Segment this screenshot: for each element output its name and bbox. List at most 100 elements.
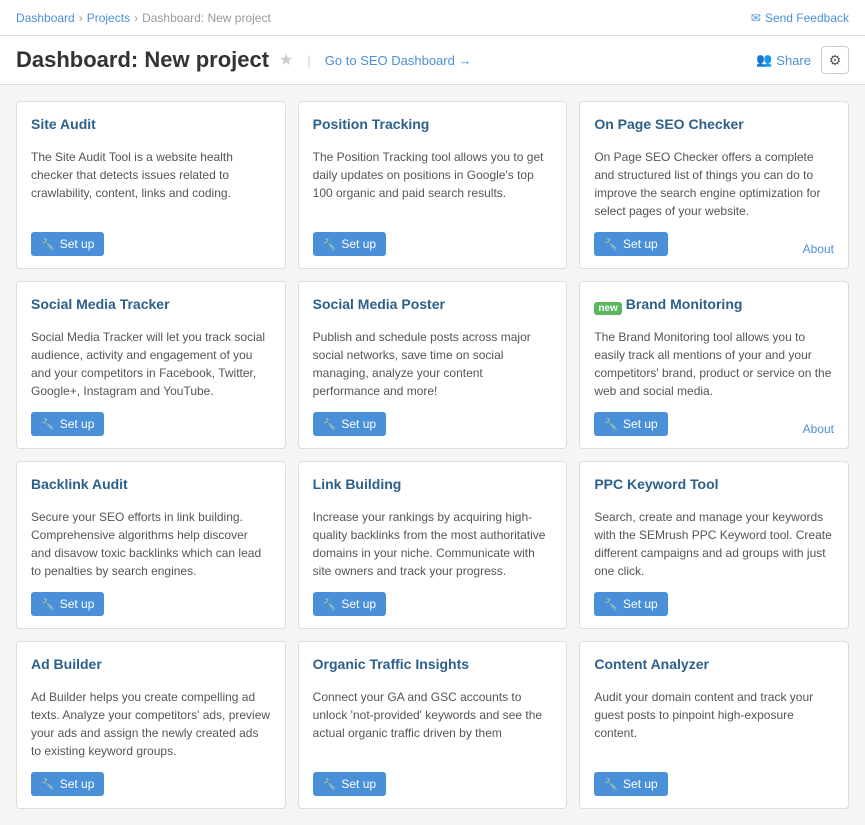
tool-card-content-analyzer: Content Analyzer Audit your domain conten… (579, 641, 849, 809)
tool-title-ad-builder: Ad Builder (31, 656, 102, 672)
setup-button-content-analyzer[interactable]: 🔧 Set up (594, 772, 667, 796)
tool-desc-backlink-audit: Secure your SEO efforts in link building… (31, 508, 271, 580)
tool-title-ppc-keyword: PPC Keyword Tool (594, 476, 718, 492)
tool-desc-social-media-tracker: Social Media Tracker will let you track … (31, 328, 271, 400)
wrench-icon: 🔧 (604, 598, 618, 611)
tool-title-row-link-building: Link Building (313, 476, 553, 500)
tool-card-ad-builder: Ad Builder Ad Builder helps you create co… (16, 641, 286, 809)
tools-grid: Site Audit The Site Audit Tool is a websi… (16, 101, 849, 809)
tool-title-row-content-analyzer: Content Analyzer (594, 656, 834, 680)
tool-card-social-media-tracker: Social Media Tracker Social Media Tracker… (16, 281, 286, 449)
tool-card-on-page-seo: On Page SEO Checker On Page SEO Checker o… (579, 101, 849, 269)
wrench-icon: 🔧 (604, 238, 618, 251)
new-badge-brand-monitoring: new (594, 302, 621, 315)
setup-button-social-media-tracker[interactable]: 🔧 Set up (31, 412, 104, 436)
setup-button-backlink-audit[interactable]: 🔧 Set up (31, 592, 104, 616)
page-header-right: 👥 Share ⚙ (756, 46, 849, 74)
setup-button-link-building[interactable]: 🔧 Set up (313, 592, 386, 616)
tool-desc-brand-monitoring: The Brand Monitoring tool allows you to … (594, 328, 834, 400)
tool-title-organic-traffic: Organic Traffic Insights (313, 656, 469, 672)
tool-desc-site-audit: The Site Audit Tool is a website health … (31, 148, 271, 220)
tool-card-social-media-poster: Social Media Poster Publish and schedule … (298, 281, 568, 449)
tool-title-backlink-audit: Backlink Audit (31, 476, 128, 492)
tool-title-row-ppc-keyword: PPC Keyword Tool (594, 476, 834, 500)
top-bar: Dashboard › Projects › Dashboard: New pr… (0, 0, 865, 36)
tool-title-row-on-page-seo: On Page SEO Checker (594, 116, 834, 140)
breadcrumb-projects[interactable]: Projects (87, 11, 130, 25)
star-icon[interactable]: ★ (279, 50, 293, 70)
tool-title-social-media-tracker: Social Media Tracker (31, 296, 170, 312)
tool-card-site-audit: Site Audit The Site Audit Tool is a websi… (16, 101, 286, 269)
tool-title-brand-monitoring: Brand Monitoring (626, 296, 743, 312)
tool-card-ppc-keyword: PPC Keyword Tool Search, create and manag… (579, 461, 849, 629)
tool-title-position-tracking: Position Tracking (313, 116, 430, 132)
wrench-icon: 🔧 (323, 418, 337, 431)
share-icon: 👥 (756, 52, 772, 68)
main-content: Site Audit The Site Audit Tool is a websi… (0, 85, 865, 825)
breadcrumb-sep2: › (134, 11, 138, 25)
wrench-icon: 🔧 (323, 238, 337, 251)
tool-title-row-backlink-audit: Backlink Audit (31, 476, 271, 500)
breadcrumb-current: Dashboard: New project (142, 11, 271, 25)
tool-card-backlink-audit: Backlink Audit Secure your SEO efforts in… (16, 461, 286, 629)
share-button[interactable]: 👥 Share (756, 52, 811, 68)
page-title: Dashboard: New project (16, 47, 269, 73)
tool-title-row-organic-traffic: Organic Traffic Insights (313, 656, 553, 680)
setup-button-site-audit[interactable]: 🔧 Set up (31, 232, 104, 256)
setup-button-position-tracking[interactable]: 🔧 Set up (313, 232, 386, 256)
tool-title-content-analyzer: Content Analyzer (594, 656, 709, 672)
tool-desc-organic-traffic: Connect your GA and GSC accounts to unlo… (313, 688, 553, 760)
tool-title-link-building: Link Building (313, 476, 402, 492)
wrench-icon: 🔧 (323, 598, 337, 611)
setup-button-on-page-seo[interactable]: 🔧 Set up (594, 232, 667, 256)
setup-button-brand-monitoring[interactable]: 🔧 Set up (594, 412, 667, 436)
tool-title-row-social-media-tracker: Social Media Tracker (31, 296, 271, 320)
tool-title-site-audit: Site Audit (31, 116, 96, 132)
tool-title-social-media-poster: Social Media Poster (313, 296, 445, 312)
tool-desc-on-page-seo: On Page SEO Checker offers a complete an… (594, 148, 834, 220)
tool-title-on-page-seo: On Page SEO Checker (594, 116, 743, 132)
breadcrumb-sep1: › (79, 11, 83, 25)
share-label: Share (776, 53, 811, 68)
settings-button[interactable]: ⚙ (821, 46, 849, 74)
page-header: Dashboard: New project ★ | Go to SEO Das… (0, 36, 865, 85)
setup-button-social-media-poster[interactable]: 🔧 Set up (313, 412, 386, 436)
wrench-icon: 🔧 (41, 778, 55, 791)
tool-desc-social-media-poster: Publish and schedule posts across major … (313, 328, 553, 400)
setup-button-organic-traffic[interactable]: 🔧 Set up (313, 772, 386, 796)
wrench-icon: 🔧 (41, 238, 55, 251)
setup-button-ad-builder[interactable]: 🔧 Set up (31, 772, 104, 796)
top-right-actions: ✉ Send Feedback (751, 11, 849, 25)
tool-card-position-tracking: Position Tracking The Position Tracking t… (298, 101, 568, 269)
header-divider: | (307, 53, 310, 68)
wrench-icon: 🔧 (41, 598, 55, 611)
breadcrumb: Dashboard › Projects › Dashboard: New pr… (16, 11, 271, 25)
wrench-icon: 🔧 (323, 778, 337, 791)
tool-desc-ppc-keyword: Search, create and manage your keywords … (594, 508, 834, 580)
send-feedback-button[interactable]: ✉ Send Feedback (751, 11, 849, 25)
feedback-icon: ✉ (751, 11, 761, 25)
tool-card-organic-traffic: Organic Traffic Insights Connect your GA … (298, 641, 568, 809)
gear-icon: ⚙ (829, 52, 842, 69)
about-link-brand-monitoring[interactable]: About (803, 422, 834, 436)
wrench-icon: 🔧 (41, 418, 55, 431)
tool-title-row-ad-builder: Ad Builder (31, 656, 271, 680)
tool-card-brand-monitoring: new Brand Monitoring The Brand Monitoring … (579, 281, 849, 449)
tool-desc-position-tracking: The Position Tracking tool allows you to… (313, 148, 553, 220)
page-header-left: Dashboard: New project ★ | Go to SEO Das… (16, 47, 471, 73)
tool-title-row-social-media-poster: Social Media Poster (313, 296, 553, 320)
about-link-on-page-seo[interactable]: About (803, 242, 834, 256)
wrench-icon: 🔧 (604, 418, 618, 431)
seo-dashboard-link[interactable]: Go to SEO Dashboard → (325, 53, 472, 68)
breadcrumb-dashboard[interactable]: Dashboard (16, 11, 75, 25)
tool-card-link-building: Link Building Increase your rankings by a… (298, 461, 568, 629)
tool-desc-content-analyzer: Audit your domain content and track your… (594, 688, 834, 760)
tool-title-row-brand-monitoring: new Brand Monitoring (594, 296, 834, 320)
wrench-icon: 🔧 (604, 778, 618, 791)
tool-title-row-site-audit: Site Audit (31, 116, 271, 140)
tool-title-row-position-tracking: Position Tracking (313, 116, 553, 140)
send-feedback-label: Send Feedback (765, 11, 849, 25)
setup-button-ppc-keyword[interactable]: 🔧 Set up (594, 592, 667, 616)
tool-desc-ad-builder: Ad Builder helps you create compelling a… (31, 688, 271, 760)
tool-desc-link-building: Increase your rankings by acquiring high… (313, 508, 553, 580)
